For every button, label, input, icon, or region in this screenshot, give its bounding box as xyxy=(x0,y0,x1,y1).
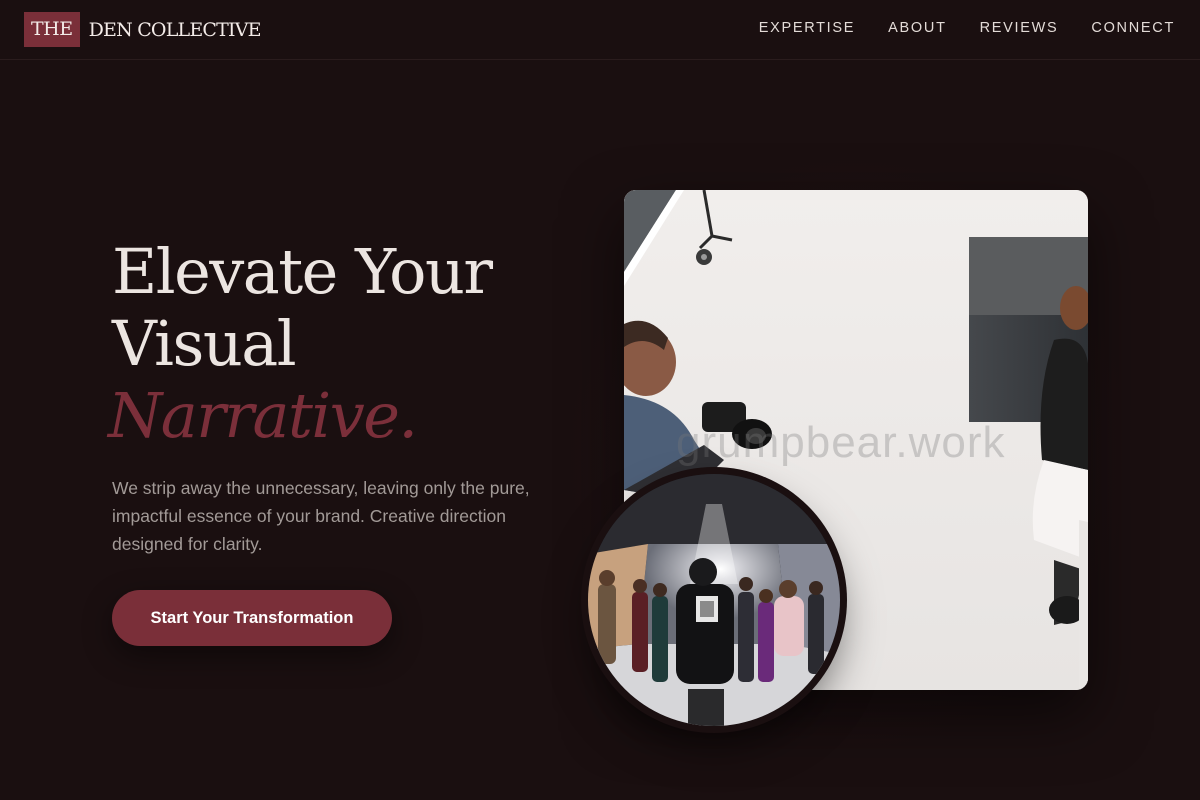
hero-title-line-2: Visual xyxy=(112,307,297,380)
site-header: THE DEN COLLECTIVE EXPERTISE ABOUT REVIE… xyxy=(0,0,1200,60)
image-watermark: grumpbear.work xyxy=(676,418,1006,467)
nav-link-about[interactable]: ABOUT xyxy=(888,20,946,36)
logo-mark: THE xyxy=(24,12,80,47)
nav-link-reviews[interactable]: REVIEWS xyxy=(980,20,1059,36)
hero-description: We strip away the unnecessary, leaving o… xyxy=(112,478,530,554)
hero-title-line-1: Elevate Your xyxy=(112,235,493,308)
fashion-event-illustration xyxy=(588,474,840,726)
main-nav: EXPERTISE ABOUT REVIEWS CONNECT xyxy=(759,20,1175,36)
nav-link-connect[interactable]: CONNECT xyxy=(1091,20,1175,36)
start-transformation-button[interactable]: Start Your Transformation xyxy=(112,590,392,646)
logo-text: DEN COLLECTIVE xyxy=(88,18,262,41)
nav-link-expertise[interactable]: EXPERTISE xyxy=(759,20,855,36)
fashion-event-image xyxy=(588,474,840,726)
brand-logo[interactable]: THE DEN COLLECTIVE xyxy=(24,12,262,47)
hero-title-accent: Narrative. xyxy=(108,379,418,452)
hero-title: Elevate Your Visual Narrative. xyxy=(108,235,493,452)
